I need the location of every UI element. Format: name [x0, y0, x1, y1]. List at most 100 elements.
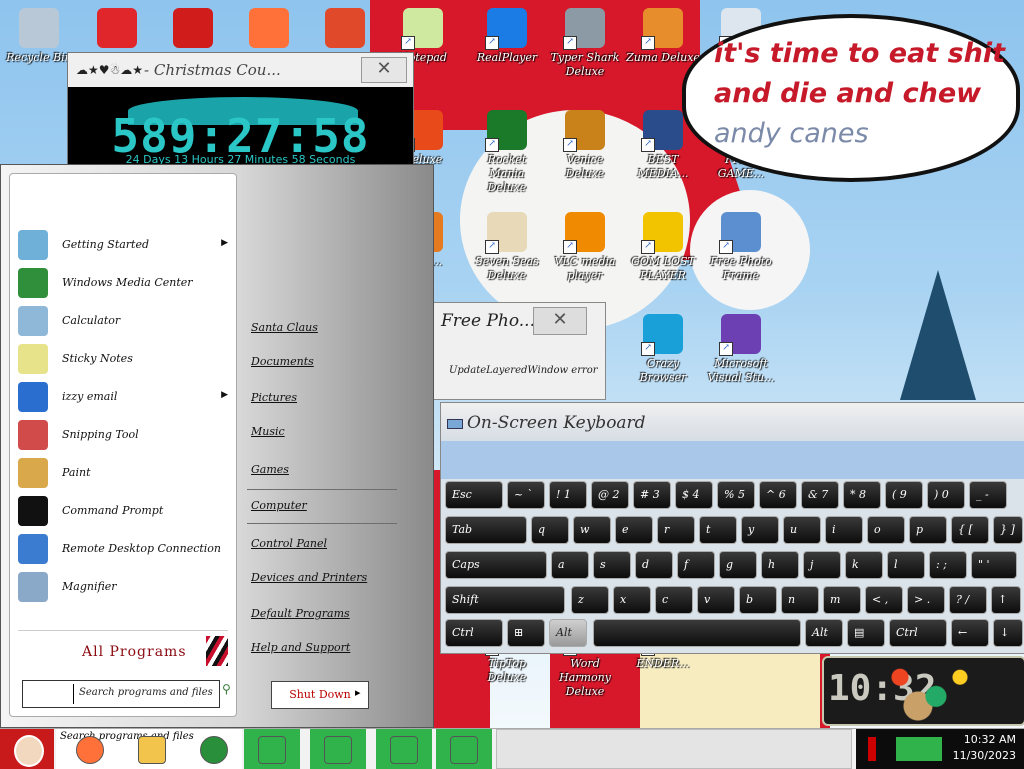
osk-key[interactable]: k: [845, 551, 883, 579]
dialog-close-button[interactable]: ✕: [533, 307, 587, 335]
start-menu-right-link[interactable]: Music: [251, 425, 285, 438]
osk-key[interactable]: & 7: [801, 481, 839, 509]
desktop-icon[interactable]: ↗ VLC media player: [548, 212, 622, 283]
osk-key[interactable]: ⊞: [507, 619, 545, 647]
osk-key[interactable]: # 3: [633, 481, 671, 509]
desktop-icon[interactable]: ↗ GOM LOST PLAYER: [626, 212, 700, 283]
search-icon[interactable]: ⚲: [222, 682, 231, 696]
desktop-icon[interactable]: [232, 8, 306, 51]
osk-key[interactable]: q: [531, 516, 569, 544]
start-menu-right-link[interactable]: Devices and Printers: [251, 571, 367, 584]
osk-key[interactable]: ↓: [993, 619, 1023, 647]
start-menu-item[interactable]: Snipping Tool: [16, 418, 230, 452]
osk-key[interactable]: e: [615, 516, 653, 544]
osk-key[interactable]: Alt: [549, 619, 587, 647]
osk-key[interactable]: h: [761, 551, 799, 579]
start-menu[interactable]: Getting Started ▶ Windows Media Center Calc…: [0, 164, 434, 728]
osk-key[interactable]: ( 9: [885, 481, 923, 509]
christmas-clock-widget[interactable]: 10:32: [822, 656, 1024, 726]
network-volume-icons[interactable]: [896, 737, 942, 761]
shutdown-arrow-icon[interactable]: ▸: [355, 686, 361, 699]
on-screen-keyboard-window[interactable]: On-Screen Keyboard Esc ~ ` ! 1 @ 2 # 3 $ 4 % 5…: [440, 402, 1024, 654]
osk-key[interactable]: v: [697, 586, 735, 614]
start-search-input[interactable]: Search programs and files: [22, 680, 220, 708]
taskbar-app-button[interactable]: [124, 729, 178, 769]
osk-key[interactable]: y: [741, 516, 779, 544]
osk-key[interactable]: ▤: [847, 619, 885, 647]
osk-key[interactable]: t: [699, 516, 737, 544]
start-menu-right-link[interactable]: Games: [251, 463, 289, 476]
osk-key[interactable]: @ 2: [591, 481, 629, 509]
desktop-icon[interactable]: ↗ Free Photo Frame: [704, 212, 778, 283]
osk-key[interactable]: g: [719, 551, 757, 579]
osk-key[interactable]: $ 4: [675, 481, 713, 509]
taskbar-app-button[interactable]: [310, 729, 366, 769]
osk-key[interactable]: j: [803, 551, 841, 579]
osk-key[interactable]: Shift: [445, 586, 565, 614]
start-menu-right-link[interactable]: Computer: [251, 499, 307, 512]
start-menu-item[interactable]: Calculator: [16, 304, 230, 338]
osk-key[interactable]: p: [909, 516, 947, 544]
desktop-icon[interactable]: ↗ Zuma Deluxe: [626, 8, 700, 65]
osk-key[interactable]: Ctrl: [445, 619, 503, 647]
osk-key[interactable]: l: [887, 551, 925, 579]
start-menu-right-link[interactable]: Control Panel: [251, 537, 327, 550]
christmas-countdown-window[interactable]: ☁★♥☃☁★ - Christmas Cou... ✕ 589:27:58 24…: [67, 52, 414, 170]
osk-key[interactable]: < ,: [865, 586, 903, 614]
osk-key[interactable]: ←: [951, 619, 989, 647]
desktop-icon[interactable]: [156, 8, 230, 51]
osk-key[interactable]: Caps: [445, 551, 547, 579]
osk-key[interactable]: % 5: [717, 481, 755, 509]
osk-key[interactable]: m: [823, 586, 861, 614]
osk-key[interactable]: ? /: [949, 586, 987, 614]
desktop-icon[interactable]: ↗ Seven Seas Deluxe: [470, 212, 544, 283]
osk-key[interactable]: Tab: [445, 516, 527, 544]
start-menu-item[interactable]: Command Prompt: [16, 494, 230, 528]
start-menu-item[interactable]: Sticky Notes: [16, 342, 230, 376]
taskbar-app-button[interactable]: [186, 729, 240, 769]
osk-key[interactable]: z: [571, 586, 609, 614]
osk-key[interactable]: { [: [951, 516, 989, 544]
desktop-icon[interactable]: ↗ Crazy Browser: [626, 314, 700, 385]
desktop-icon[interactable]: [308, 8, 382, 51]
desktop-icon[interactable]: ↗ Venice Deluxe: [548, 110, 622, 181]
osk-key[interactable]: ) 0: [927, 481, 965, 509]
taskbar-app-button[interactable]: [376, 729, 432, 769]
start-menu-right-link[interactable]: Pictures: [251, 391, 297, 404]
osk-key[interactable]: ~ `: [507, 481, 545, 509]
taskbar-app-button[interactable]: [62, 729, 116, 769]
osk-key[interactable]: Alt: [805, 619, 843, 647]
osk-key[interactable]: b: [739, 586, 777, 614]
osk-key[interactable]: u: [783, 516, 821, 544]
osk-key[interactable]: " ': [971, 551, 1017, 579]
osk-key[interactable]: Ctrl: [889, 619, 947, 647]
osk-key[interactable]: * 8: [843, 481, 881, 509]
osk-key[interactable]: s: [593, 551, 631, 579]
osk-key[interactable]: c: [655, 586, 693, 614]
start-menu-right-link[interactable]: Santa Claus: [251, 321, 318, 334]
all-programs-button[interactable]: All Programs: [18, 634, 232, 670]
osk-key[interactable]: } ]: [993, 516, 1023, 544]
flag-icon[interactable]: [868, 737, 876, 761]
taskbar-app-button[interactable]: [244, 729, 300, 769]
osk-key[interactable]: i: [825, 516, 863, 544]
taskbar-app-button[interactable]: [436, 729, 492, 769]
start-menu-item[interactable]: Remote Desktop Connection: [16, 532, 230, 566]
start-menu-right-link[interactable]: Documents: [251, 355, 314, 368]
osk-key[interactable]: ! 1: [549, 481, 587, 509]
desktop-icon[interactable]: ↗ Typer Shark Deluxe: [548, 8, 622, 79]
osk-key[interactable]: Esc: [445, 481, 503, 509]
desktop-icon[interactable]: [80, 8, 154, 51]
osk-key[interactable]: d: [635, 551, 673, 579]
osk-key[interactable]: ↑: [991, 586, 1021, 614]
osk-titlebar[interactable]: On-Screen Keyboard: [441, 403, 1024, 441]
start-button[interactable]: [0, 729, 54, 769]
desktop-icon[interactable]: Recycle Bin: [2, 8, 76, 65]
osk-key[interactable]: n: [781, 586, 819, 614]
osk-key[interactable]: a: [551, 551, 589, 579]
countdown-titlebar[interactable]: ☁★♥☃☁★ - Christmas Cou... ✕: [68, 53, 413, 87]
space-key[interactable]: [593, 619, 801, 647]
osk-key[interactable]: _ -: [969, 481, 1007, 509]
osk-key[interactable]: w: [573, 516, 611, 544]
osk-key[interactable]: r: [657, 516, 695, 544]
